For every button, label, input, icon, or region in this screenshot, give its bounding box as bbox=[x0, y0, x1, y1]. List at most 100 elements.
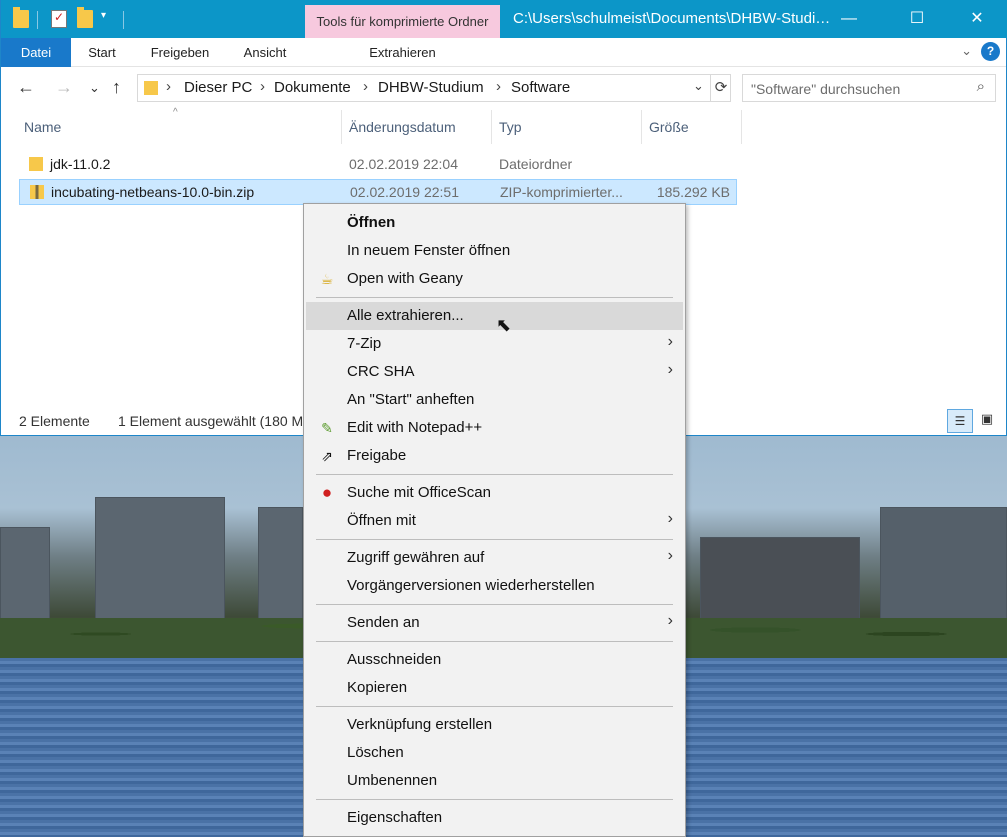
menu-item-officescan[interactable]: ● Suche mit OfficeScan bbox=[306, 479, 683, 507]
tab-ansicht[interactable]: Ansicht bbox=[227, 38, 303, 67]
breadcrumb-separator[interactable]: › bbox=[260, 78, 265, 95]
breadcrumb-separator[interactable]: › bbox=[363, 78, 368, 95]
menu-item-delete[interactable]: Löschen bbox=[306, 739, 683, 767]
forward-button[interactable]: → bbox=[55, 77, 73, 98]
tab-start[interactable]: Start bbox=[71, 38, 133, 67]
menu-separator bbox=[316, 641, 673, 642]
officescan-icon: ● bbox=[321, 483, 333, 502]
menu-item-open-with-geany[interactable]: ☕ Open with Geany bbox=[306, 265, 683, 293]
menu-item-cut[interactable]: Ausschneiden bbox=[306, 646, 683, 674]
chevron-right-icon: › bbox=[667, 361, 673, 378]
column-header-type[interactable]: Typ bbox=[492, 110, 642, 144]
maximize-button[interactable]: ☐ bbox=[894, 0, 940, 38]
refresh-icon[interactable]: ⟳ bbox=[710, 75, 731, 101]
context-tab-header: Tools für komprimierte Ordner bbox=[305, 5, 500, 38]
search-input[interactable] bbox=[751, 79, 961, 98]
menu-item-send-to[interactable]: Senden an › bbox=[306, 609, 683, 637]
minimize-button[interactable]: — bbox=[826, 0, 872, 38]
sort-ascending-icon: ^ bbox=[173, 107, 178, 118]
menu-separator bbox=[316, 474, 673, 475]
search-icon[interactable]: ⌕ bbox=[977, 78, 985, 95]
menu-item-create-shortcut[interactable]: Verknüpfung erstellen bbox=[306, 711, 683, 739]
new-folder-icon[interactable] bbox=[77, 7, 93, 28]
menu-item-label: In neuem Fenster öffnen bbox=[347, 242, 511, 259]
up-button[interactable]: ↑ bbox=[112, 77, 121, 98]
menu-item-label: Zugriff gewähren auf bbox=[347, 549, 485, 566]
menu-item-restore-previous[interactable]: Vorgängerversionen wiederherstellen bbox=[306, 572, 683, 600]
quick-access-dropdown-icon[interactable]: ▾ bbox=[101, 10, 106, 21]
menu-item-label: Löschen bbox=[347, 744, 404, 761]
menu-item-open[interactable]: Öffnen bbox=[306, 209, 683, 237]
menu-separator bbox=[316, 706, 673, 707]
breadcrumb-separator[interactable]: › bbox=[496, 78, 501, 95]
menu-item-open-with[interactable]: Öffnen mit › bbox=[306, 507, 683, 535]
menu-item-label: Alle extrahieren... bbox=[347, 307, 464, 324]
status-selection: 1 Element ausgewählt (180 M bbox=[118, 413, 304, 429]
menu-item-grant-access[interactable]: Zugriff gewähren auf › bbox=[306, 544, 683, 572]
tab-freigeben[interactable]: Freigeben bbox=[133, 38, 227, 67]
ribbon-tabs: Datei Start Freigeben Ansicht Extrahiere… bbox=[1, 38, 1006, 67]
share-icon: ⇗ bbox=[321, 448, 333, 464]
tab-extrahieren[interactable]: Extrahieren bbox=[305, 38, 500, 67]
breadcrumb-separator[interactable]: › bbox=[166, 78, 171, 95]
menu-separator bbox=[316, 799, 673, 800]
breadcrumb-dhbw-studium[interactable]: DHBW-Studium bbox=[378, 79, 484, 96]
title-bar[interactable]: ▾ Tools für komprimierte Ordner C:\Users… bbox=[1, 0, 1007, 38]
menu-item-open-new-window[interactable]: In neuem Fenster öffnen bbox=[306, 237, 683, 265]
navigation-bar: ← → ⌄ ↑ › Dieser PC › Dokumente › DHBW-S… bbox=[1, 68, 1006, 108]
file-name: jdk-11.0.2 bbox=[50, 156, 111, 172]
chevron-right-icon: › bbox=[667, 510, 673, 527]
file-row[interactable]: jdk-11.0.2 02.02.2019 22:04 Dateiordner bbox=[19, 152, 737, 178]
recent-locations-button[interactable]: ⌄ bbox=[89, 80, 100, 96]
close-button[interactable]: ✕ bbox=[954, 0, 1000, 38]
file-size: 185.292 KB bbox=[656, 184, 730, 200]
menu-item-share[interactable]: ⇗ Freigabe bbox=[306, 442, 683, 470]
menu-item-label: Suche mit OfficeScan bbox=[347, 484, 491, 501]
file-date: 02.02.2019 22:51 bbox=[350, 184, 459, 200]
address-dropdown-icon[interactable]: ⌄ bbox=[693, 78, 704, 94]
menu-item-label: Öffnen bbox=[347, 214, 396, 231]
menu-item-rename[interactable]: Umbenennen bbox=[306, 767, 683, 795]
breadcrumb-software[interactable]: Software bbox=[511, 79, 570, 96]
folder-icon bbox=[29, 157, 43, 171]
menu-item-label: Ausschneiden bbox=[347, 651, 442, 668]
status-item-count: 2 Elemente bbox=[19, 413, 90, 429]
menu-item-label: CRC SHA bbox=[347, 363, 415, 380]
menu-item-copy[interactable]: Kopieren bbox=[306, 674, 683, 702]
address-bar[interactable]: › Dieser PC › Dokumente › DHBW-Studium ›… bbox=[137, 74, 731, 102]
menu-item-crc-sha[interactable]: CRC SHA › bbox=[306, 358, 683, 386]
details-view-icon[interactable]: ☰ bbox=[947, 409, 973, 433]
column-headers: Name ^ Änderungsdatum Typ Größe bbox=[1, 107, 1006, 144]
menu-item-label: Öffnen mit bbox=[347, 512, 416, 529]
search-box[interactable]: ⌕ bbox=[742, 74, 996, 102]
menu-separator bbox=[316, 539, 673, 540]
zip-icon bbox=[30, 185, 44, 199]
tab-datei[interactable]: Datei bbox=[1, 38, 71, 67]
back-button[interactable]: ← bbox=[17, 77, 35, 98]
file-date: 02.02.2019 22:04 bbox=[349, 156, 458, 172]
column-header-date[interactable]: Änderungsdatum bbox=[342, 110, 492, 144]
menu-item-label: Edit with Notepad++ bbox=[347, 419, 483, 436]
toolbar-separator bbox=[123, 11, 124, 29]
breadcrumb-dokumente[interactable]: Dokumente bbox=[274, 79, 351, 96]
folder-icon bbox=[144, 81, 158, 95]
column-header-size[interactable]: Größe bbox=[642, 110, 742, 144]
column-header-name[interactable]: Name bbox=[17, 110, 342, 144]
file-row[interactable]: incubating-netbeans-10.0-bin.zip 02.02.2… bbox=[19, 179, 737, 205]
file-name: incubating-netbeans-10.0-bin.zip bbox=[51, 184, 255, 200]
expand-ribbon-icon[interactable]: ⌄ bbox=[961, 43, 972, 59]
file-type: ZIP-komprimierter... bbox=[500, 184, 623, 200]
menu-item-label: An "Start" anheften bbox=[347, 391, 475, 408]
menu-item-pin-to-start[interactable]: An "Start" anheften bbox=[306, 386, 683, 414]
breadcrumb-dieser-pc[interactable]: Dieser PC bbox=[184, 79, 252, 96]
menu-item-properties[interactable]: Eigenschaften bbox=[306, 804, 683, 832]
help-icon[interactable]: ? bbox=[981, 42, 1000, 61]
menu-item-label: Senden an bbox=[347, 614, 420, 631]
folder-icon bbox=[13, 7, 29, 28]
notepadpp-icon: ✎ bbox=[321, 420, 333, 436]
menu-item-7zip[interactable]: 7-Zip › bbox=[306, 330, 683, 358]
properties-icon[interactable] bbox=[51, 10, 67, 28]
large-icons-view-icon[interactable]: ▣ bbox=[977, 411, 997, 431]
menu-item-edit-notepadpp[interactable]: ✎ Edit with Notepad++ bbox=[306, 414, 683, 442]
menu-item-extract-all[interactable]: Alle extrahieren... bbox=[306, 302, 683, 330]
